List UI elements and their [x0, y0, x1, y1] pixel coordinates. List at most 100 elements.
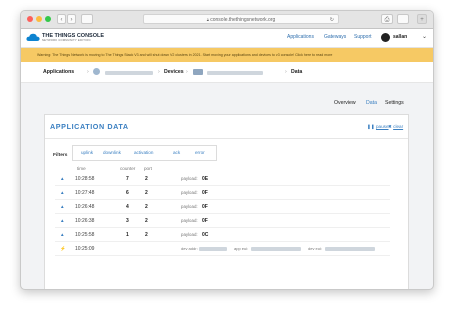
app-eui-value-redacted [251, 247, 301, 251]
pause-label: pause [375, 124, 389, 129]
filter-tabs: uplink downlink activation ack error [72, 145, 217, 161]
tab-overview[interactable]: Overview [334, 100, 356, 106]
reload-icon[interactable]: ↻ [330, 15, 334, 25]
filter-error[interactable]: error [195, 150, 205, 155]
filter-ack[interactable]: ack [173, 150, 180, 155]
row-port: 2 [145, 218, 148, 224]
row-counter: 1 [126, 232, 129, 238]
forward-button[interactable]: › [67, 14, 76, 24]
uplink-arrow-icon: ▲ [60, 232, 65, 237]
share-button[interactable]: ⎙ [381, 14, 393, 24]
table-row[interactable]: ▲ 10:27:48 6 2 payload: 0F [55, 187, 390, 200]
address-bar[interactable]: 🔒︎ console.thethingsnetwork.org ↻ [143, 14, 339, 24]
payload-value: 0F [202, 218, 208, 224]
pause-button[interactable]: ❚❚ pause [367, 124, 389, 130]
uplink-arrow-icon: ▲ [60, 204, 65, 209]
row-counter: 7 [126, 176, 129, 182]
tab-data[interactable]: Data [366, 100, 377, 106]
activation-row[interactable]: ⚡ 10:25:09 dev addr: app eui: dev eui: [55, 243, 390, 256]
payload-label: payload: [181, 190, 198, 195]
breadcrumb-device-id-redacted[interactable] [207, 71, 263, 75]
row-counter: 6 [126, 190, 129, 196]
row-port: 2 [145, 190, 148, 196]
device-badge [193, 69, 203, 75]
row-port: 2 [145, 176, 148, 182]
browser-window: ‹ › 🔒︎ console.thethingsnetwork.org ↻ ⎙ … [20, 10, 434, 290]
app-header: THE THINGS CONSOLE NETWORK COMMUNITY EDI… [21, 29, 433, 48]
table-row[interactable]: ▲ 10:26:38 3 2 payload: 0F [55, 215, 390, 228]
sidebar-toggle-button[interactable] [81, 14, 93, 24]
app-eui-label: app eui: [234, 246, 249, 251]
payload-value: 0F [202, 204, 208, 210]
row-time: 10:26:48 [75, 204, 95, 210]
breadcrumb-applications[interactable]: Applications [43, 69, 74, 75]
filters-label: Filters [53, 153, 68, 158]
filter-activation[interactable]: activation [134, 150, 153, 155]
breadcrumb-separator-icon: › [186, 69, 188, 75]
panel-title: APPLICATION DATA [50, 122, 129, 131]
tab-settings[interactable]: Settings [385, 100, 404, 106]
column-header-counter: counter [120, 166, 136, 171]
username[interactable]: sallan [393, 34, 407, 40]
dev-addr-label: dev addr: [181, 246, 198, 251]
pause-icon: ❚❚ [367, 124, 375, 129]
breadcrumb-app-id-redacted[interactable] [105, 71, 153, 75]
panel-divider [45, 138, 408, 139]
breadcrumb-devices[interactable]: Devices [164, 69, 184, 75]
uplink-arrow-icon: ▲ [60, 176, 65, 181]
row-port: 2 [145, 204, 148, 210]
uplink-arrow-icon: ▲ [60, 190, 65, 195]
nav-gateways[interactable]: Gateways [324, 34, 346, 40]
row-time: 10:27:48 [75, 190, 95, 196]
breadcrumb-data: Data [291, 69, 303, 75]
application-data-panel: APPLICATION DATA ❚❚ pause ✖ clear Filter… [44, 114, 409, 289]
dev-eui-value-redacted [325, 247, 375, 251]
column-header-time: time [77, 166, 86, 171]
payload-label: payload: [181, 204, 198, 209]
dev-eui-label: dev eui: [308, 246, 323, 251]
warning-text: Warning: The Things Network is moving to… [37, 53, 333, 57]
activation-icon: ⚡ [60, 246, 66, 251]
filter-uplink[interactable]: uplink [81, 150, 93, 155]
row-time: 10:26:38 [75, 218, 95, 224]
payload-label: payload: [181, 232, 198, 237]
payload-value: 0E [202, 176, 209, 182]
close-window-button[interactable] [27, 16, 33, 22]
breadcrumb-separator-icon: › [158, 69, 160, 75]
clear-icon: ✖ [388, 124, 392, 129]
row-counter: 3 [126, 218, 129, 224]
app-icon [93, 68, 100, 75]
breadcrumb-separator-icon: › [87, 69, 89, 75]
breadcrumb-separator-icon: › [285, 69, 287, 75]
minimize-window-button[interactable] [36, 16, 42, 22]
ttn-cloud-logo-icon [26, 33, 40, 41]
clear-button[interactable]: ✖ clear [388, 124, 403, 130]
row-time: 10:28:58 [75, 176, 95, 182]
payload-label: payload: [181, 176, 198, 181]
tabs-button[interactable] [397, 14, 409, 24]
row-time: 10:25:09 [75, 246, 95, 252]
uplink-arrow-icon: ▲ [60, 218, 65, 223]
row-port: 2 [145, 232, 148, 238]
nav-support[interactable]: Support [354, 34, 372, 40]
payload-value: 0C [202, 232, 209, 238]
payload-value: 0F [202, 190, 208, 196]
dev-addr-value-redacted [199, 247, 227, 251]
row-time: 10:25:58 [75, 232, 95, 238]
new-tab-button[interactable]: + [417, 14, 427, 24]
table-row[interactable]: ▲ 10:25:58 1 2 payload: 0C [55, 229, 390, 242]
warning-banner[interactable]: Warning: The Things Network is moving to… [21, 48, 433, 62]
user-avatar[interactable] [381, 33, 390, 42]
address-bar-url: console.thethingsnetwork.org [210, 17, 276, 23]
back-button[interactable]: ‹ [57, 14, 66, 24]
table-row[interactable]: ▲ 10:26:48 4 2 payload: 0F [55, 201, 390, 214]
nav-applications[interactable]: Applications [287, 34, 314, 40]
chevron-down-icon[interactable]: ⌄ [422, 33, 427, 40]
clear-label: clear [393, 124, 404, 129]
table-row[interactable]: ▲ 10:28:58 7 2 payload: 0E [55, 173, 390, 186]
maximize-window-button[interactable] [45, 16, 51, 22]
logo-subtitle: NETWORK COMMUNITY EDITION [42, 39, 91, 42]
filter-downlink[interactable]: downlink [103, 150, 121, 155]
browser-titlebar: ‹ › 🔒︎ console.thethingsnetwork.org ↻ ⎙ … [21, 11, 433, 29]
column-header-port: port [144, 166, 152, 171]
